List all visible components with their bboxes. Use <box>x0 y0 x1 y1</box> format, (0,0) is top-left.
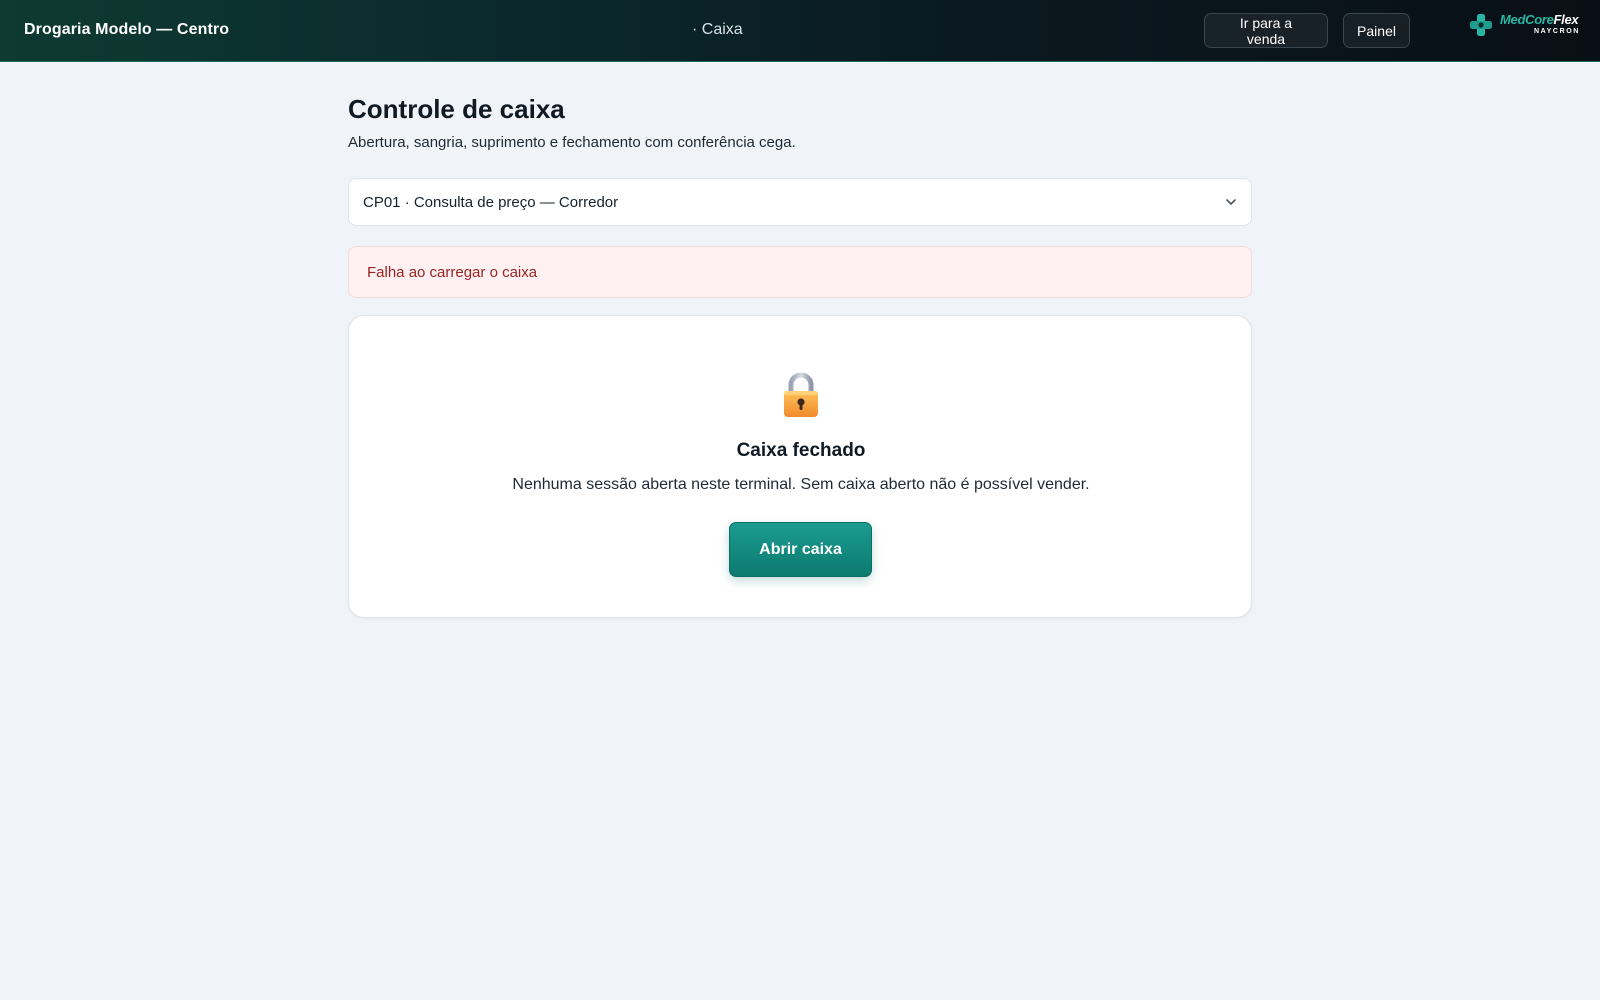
chevron-down-icon <box>1226 199 1236 205</box>
error-alert: Falha ao carregar o caixa <box>348 246 1252 298</box>
top-bar: Drogaria Modelo — Centro · Caixa Ir para… <box>0 0 1600 62</box>
medical-cross-icon <box>1470 14 1492 36</box>
panel-button[interactable]: Painel <box>1343 13 1410 48</box>
page-subtitle: Abertura, sangria, suprimento e fechamen… <box>348 134 796 151</box>
brand-logo: MedCoreFlex NAYCRON <box>1468 10 1586 38</box>
cash-status-description: Nenhuma sessão aberta neste terminal. Se… <box>512 476 1090 493</box>
lock-icon <box>784 372 818 417</box>
open-cash-button[interactable]: Abrir caixa <box>729 522 872 577</box>
page-title: Controle de caixa <box>348 94 565 124</box>
terminal-select[interactable]: CP01 · Consulta de preço — Corredor <box>348 178 1252 226</box>
go-to-sale-button[interactable]: Ir para a venda <box>1204 13 1328 48</box>
error-message: Falha ao carregar o caixa <box>367 263 538 281</box>
page-breadcrumb: · Caixa <box>692 21 743 38</box>
brand-subtitle: NAYCRON <box>1534 28 1580 35</box>
store-name: Drogaria Modelo — Centro <box>24 21 230 38</box>
terminal-select-value: CP01 · Consulta de preço — Corredor <box>363 193 619 211</box>
cash-status-title: Caixa fechado <box>736 440 866 461</box>
cash-status-card: Caixa fechado Nenhuma sessão aberta nest… <box>348 315 1252 618</box>
brand-wordmark: MedCoreFlex <box>1500 12 1579 27</box>
